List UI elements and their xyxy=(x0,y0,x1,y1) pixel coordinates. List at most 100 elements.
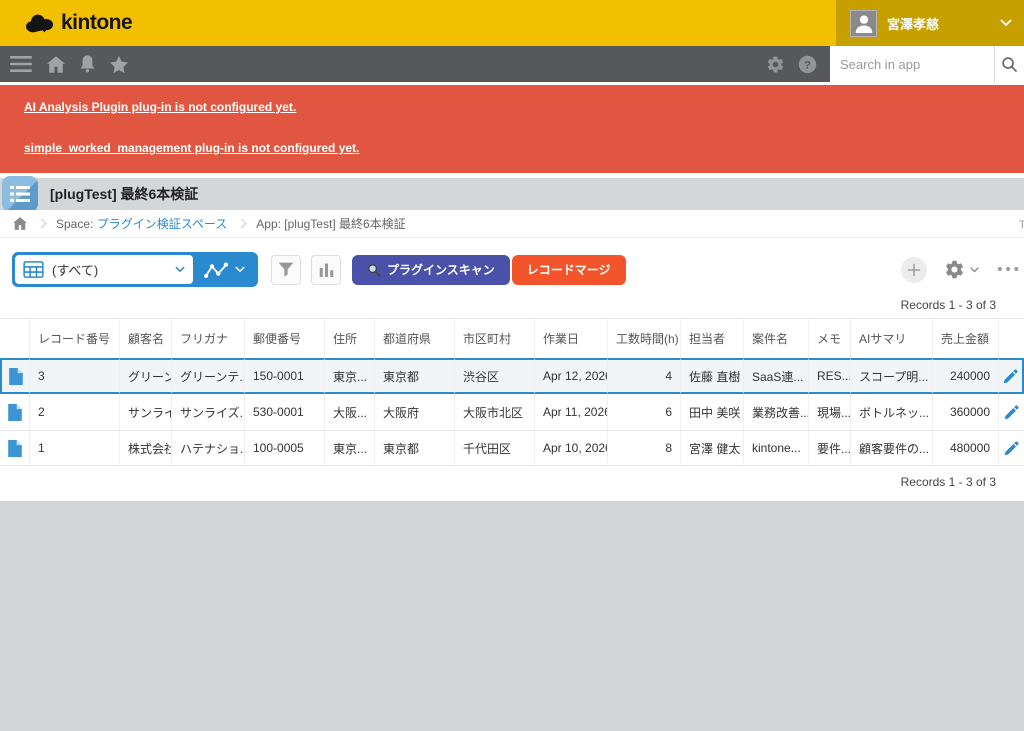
chart-view-toggle[interactable] xyxy=(193,255,255,284)
plugin-scan-label: プラグインスキャン xyxy=(387,261,495,278)
filter-button[interactable] xyxy=(271,255,301,285)
cell-sales: 360000 xyxy=(933,394,999,430)
kintone-logo[interactable]: kintone xyxy=(0,11,132,35)
home-icon[interactable] xyxy=(47,56,65,73)
table-row[interactable]: 3 グリーン... グリーンテ... 150-0001 東京... 東京都 渋谷… xyxy=(0,358,1024,394)
notifications-bell-icon[interactable] xyxy=(80,55,95,73)
cell-customer: サンライ... xyxy=(120,394,172,430)
cell-city: 大阪市北区 xyxy=(455,394,535,430)
graph-button[interactable] xyxy=(311,255,341,285)
column-header-edit xyxy=(999,318,1024,358)
cell-prefecture: 東京都 xyxy=(375,358,455,394)
column-header: 住所 xyxy=(325,318,375,358)
app-header: [plugTest] 最終6本検証 xyxy=(0,178,1024,210)
table-row[interactable]: 2 サンライ... サンライズ... 530-0001 大阪... 大阪府 大阪… xyxy=(0,394,1024,430)
avatar xyxy=(850,10,877,37)
records-count-bottom: Records 1 - 3 of 3 xyxy=(0,475,1024,489)
view-selector-group: (すべて) xyxy=(12,252,258,287)
records-count-top: Records 1 - 3 of 3 xyxy=(0,298,1024,312)
help-icon[interactable]: ? xyxy=(798,55,817,74)
column-header: 顧客名 xyxy=(120,318,172,358)
settings-gear-icon[interactable] xyxy=(766,55,785,74)
cell-ai-summary: ボトルネッ... xyxy=(851,394,933,430)
cell-record-no: 2 xyxy=(30,394,120,430)
column-header: 担当者 xyxy=(681,318,744,358)
cell-furigana: グリーンテ... xyxy=(172,358,245,394)
cell-zip: 530-0001 xyxy=(245,394,325,430)
cell-customer: 株式会社... xyxy=(120,430,172,466)
cell-work-date: Apr 11, 2026 xyxy=(535,394,608,430)
cell-memo: RES... xyxy=(809,358,851,394)
app-settings-dropdown[interactable] xyxy=(944,259,979,280)
alert-link-ai-analysis[interactable]: AI Analysis Plugin plug-in is not config… xyxy=(24,101,296,113)
cell-work-date: Apr 10, 2026 xyxy=(535,430,608,466)
cell-sales: 480000 xyxy=(933,430,999,466)
edit-record-pencil-icon[interactable] xyxy=(999,394,1024,430)
chevron-down-icon xyxy=(235,266,245,273)
column-header: メモ xyxy=(809,318,851,358)
view-selector[interactable]: (すべて) xyxy=(15,255,193,284)
add-record-button[interactable] xyxy=(901,257,927,283)
cell-ai-summary: 顧客要件の... xyxy=(851,430,933,466)
top-bar: kintone 宮澤孝慈 xyxy=(0,0,1024,46)
edit-record-pencil-icon[interactable] xyxy=(999,430,1024,466)
more-options-button[interactable]: ••• xyxy=(997,261,1022,278)
table-header-row: レコード番号 顧客名 フリガナ 郵便番号 住所 都道府県 市区町村 作業日 工数… xyxy=(0,318,1024,358)
table-row[interactable]: 1 株式会社... ハテナショ... 100-0005 東京... 東京都 千代… xyxy=(0,430,1024,466)
favorites-star-icon[interactable] xyxy=(110,56,128,73)
kintone-logo-text: kintone xyxy=(61,11,132,35)
search-input[interactable] xyxy=(830,46,994,82)
cell-memo: 要件... xyxy=(809,430,851,466)
cell-prefecture: 東京都 xyxy=(375,430,455,466)
table-view-icon xyxy=(23,261,44,278)
column-header-icon xyxy=(0,318,30,358)
global-nav-bar: ? xyxy=(0,46,1024,82)
breadcrumb-space-item: Space: プラグイン検証スペース xyxy=(56,215,227,232)
view-selector-value: (すべて) xyxy=(52,260,167,279)
column-header: 郵便番号 xyxy=(245,318,325,358)
menu-icon[interactable] xyxy=(10,56,32,72)
cell-prefecture: 大阪府 xyxy=(375,394,455,430)
cell-assignee: 佐藤 直樹 xyxy=(681,358,744,394)
cell-ai-summary: スコープ明... xyxy=(851,358,933,394)
record-merge-button[interactable]: レコードマージ xyxy=(512,255,626,285)
user-name: 宮澤孝慈 xyxy=(887,14,990,33)
cell-furigana: ハテナショ... xyxy=(172,430,245,466)
column-header: 市区町村 xyxy=(455,318,535,358)
record-list-content: (すべて) プラグインスキャン xyxy=(0,238,1024,501)
cell-project: kintone... xyxy=(744,430,809,466)
record-list-table: レコード番号 顧客名 フリガナ 郵便番号 住所 都道府県 市区町村 作業日 工数… xyxy=(0,318,1024,466)
column-header: 案件名 xyxy=(744,318,809,358)
breadcrumb-app-item: App: [plugTest] 最終6本検証 xyxy=(256,215,405,232)
breadcrumb-separator xyxy=(237,219,247,229)
app-icon[interactable] xyxy=(2,176,38,212)
cell-address: 東京... xyxy=(325,430,375,466)
search-button[interactable] xyxy=(994,46,1024,82)
edit-record-pencil-icon[interactable] xyxy=(999,358,1024,394)
plugin-scan-button[interactable]: プラグインスキャン xyxy=(352,255,510,285)
view-toolbar: (すべて) プラグインスキャン xyxy=(0,238,1024,287)
cell-customer: グリーン... xyxy=(120,358,172,394)
cell-city: 渋谷区 xyxy=(455,358,535,394)
breadcrumb-space-link[interactable]: プラグイン検証スペース xyxy=(97,217,228,231)
user-menu[interactable]: 宮澤孝慈 xyxy=(836,0,1024,46)
alert-link-simple-worked-management[interactable]: simple_worked_management plug-in is not … xyxy=(24,142,359,154)
record-detail-icon[interactable] xyxy=(0,358,30,394)
cell-sales: 240000 xyxy=(933,358,999,394)
breadcrumb-home-icon[interactable] xyxy=(13,217,27,230)
column-header: AIサマリ xyxy=(851,318,933,358)
column-header: 工数時間(h) xyxy=(608,318,681,358)
record-detail-icon[interactable] xyxy=(0,394,30,430)
record-detail-icon[interactable] xyxy=(0,430,30,466)
cell-record-no: 1 xyxy=(30,430,120,466)
cell-zip: 150-0001 xyxy=(245,358,325,394)
breadcrumb-separator xyxy=(37,219,47,229)
breadcrumb: Space: プラグイン検証スペース App: [plugTest] 最終6本検… xyxy=(0,210,1024,238)
column-header: 作業日 xyxy=(535,318,608,358)
toolbar-right: ••• xyxy=(901,257,1010,283)
cell-address: 大阪... xyxy=(325,394,375,430)
column-header: 都道府県 xyxy=(375,318,455,358)
chevron-down-icon xyxy=(175,266,185,273)
column-header: 売上金額 xyxy=(933,318,999,358)
cell-hours: 6 xyxy=(608,394,681,430)
